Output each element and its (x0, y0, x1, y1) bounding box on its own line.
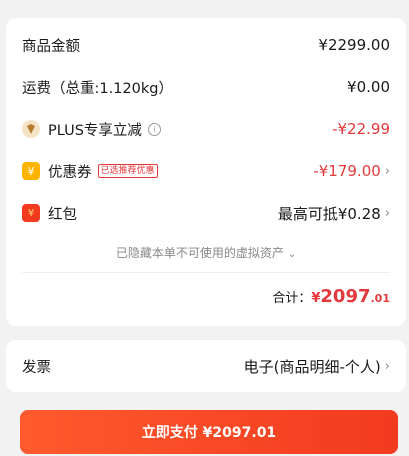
red-packet-label-group: ¥ 红包 (22, 203, 77, 224)
chevron-right-icon: › (384, 163, 390, 179)
invoice-value: 电子(商品明细-个人) (243, 357, 381, 376)
coupon-label-group: ¥ 优惠券 已选推荐优惠 (22, 161, 158, 182)
total-decimal: .01 (370, 292, 391, 305)
total-group: 合计： ¥ 2097 .01 (272, 286, 390, 307)
coupon-label: 优惠券 (48, 164, 92, 181)
coupon-value: -¥179.00 (313, 162, 381, 180)
invoice-card[interactable]: 发票 电子(商品明细-个人) › (6, 340, 406, 392)
hidden-assets-note[interactable]: 已隐藏本单不可使用的虚拟资产 ⌄ (6, 244, 406, 261)
red-packet-row[interactable]: ¥ 红包 最高可抵¥0.28 › (22, 201, 390, 225)
invoice-label: 发票 (22, 359, 51, 376)
goods-amount-value: ¥2299.00 (318, 36, 390, 54)
shipping-row: 运费（总重:1.120kg） ¥0.00 (22, 75, 390, 99)
info-icon[interactable]: i (147, 122, 161, 136)
plus-discount-label: PLUS专享立减 (48, 122, 142, 139)
red-packet-icon: ¥ (22, 204, 40, 222)
invoice-row[interactable]: 发票 电子(商品明细-个人) › (22, 354, 390, 378)
coupon-row[interactable]: ¥ 优惠券 已选推荐优惠 -¥179.00 › (22, 159, 390, 183)
coupon-value-group: -¥179.00 › (313, 162, 390, 180)
total-currency: ¥ (311, 291, 321, 306)
pay-now-button[interactable]: 立即支付 ¥2097.01 (20, 410, 398, 454)
red-packet-value: 最高可抵¥0.28 (277, 204, 381, 223)
invoice-value-group: 电子(商品明细-个人) › (244, 356, 390, 377)
order-summary-card: 商品金额 ¥2299.00 运费（总重:1.120kg） ¥0.00 PLUS专… (6, 18, 406, 326)
chevron-right-icon: › (384, 358, 390, 374)
plus-discount-value: -¥22.99 (332, 120, 390, 138)
chevron-right-icon: › (384, 205, 390, 221)
total-label: 合计： (272, 291, 312, 306)
total-integer: 2097 (320, 286, 371, 307)
plus-badge-icon (22, 120, 40, 138)
divider (22, 272, 390, 273)
shipping-label: 运费（总重:1.120kg） (22, 80, 173, 97)
goods-amount-row: 商品金额 ¥2299.00 (22, 33, 390, 57)
shipping-value: ¥0.00 (347, 78, 390, 96)
plus-discount-label-group: PLUS专享立减 i (22, 119, 161, 140)
coupon-icon: ¥ (22, 162, 40, 180)
red-packet-label: 红包 (48, 206, 77, 223)
coupon-recommended-tag: 已选推荐优惠 (97, 164, 158, 178)
red-packet-value-group: 最高可抵¥0.28 › (278, 203, 390, 224)
chevron-down-icon: ⌄ (287, 249, 297, 260)
hidden-assets-text: 已隐藏本单不可使用的虚拟资产 (115, 246, 284, 260)
plus-discount-row: PLUS专享立减 i -¥22.99 (22, 117, 390, 141)
goods-amount-label: 商品金额 (22, 38, 80, 55)
